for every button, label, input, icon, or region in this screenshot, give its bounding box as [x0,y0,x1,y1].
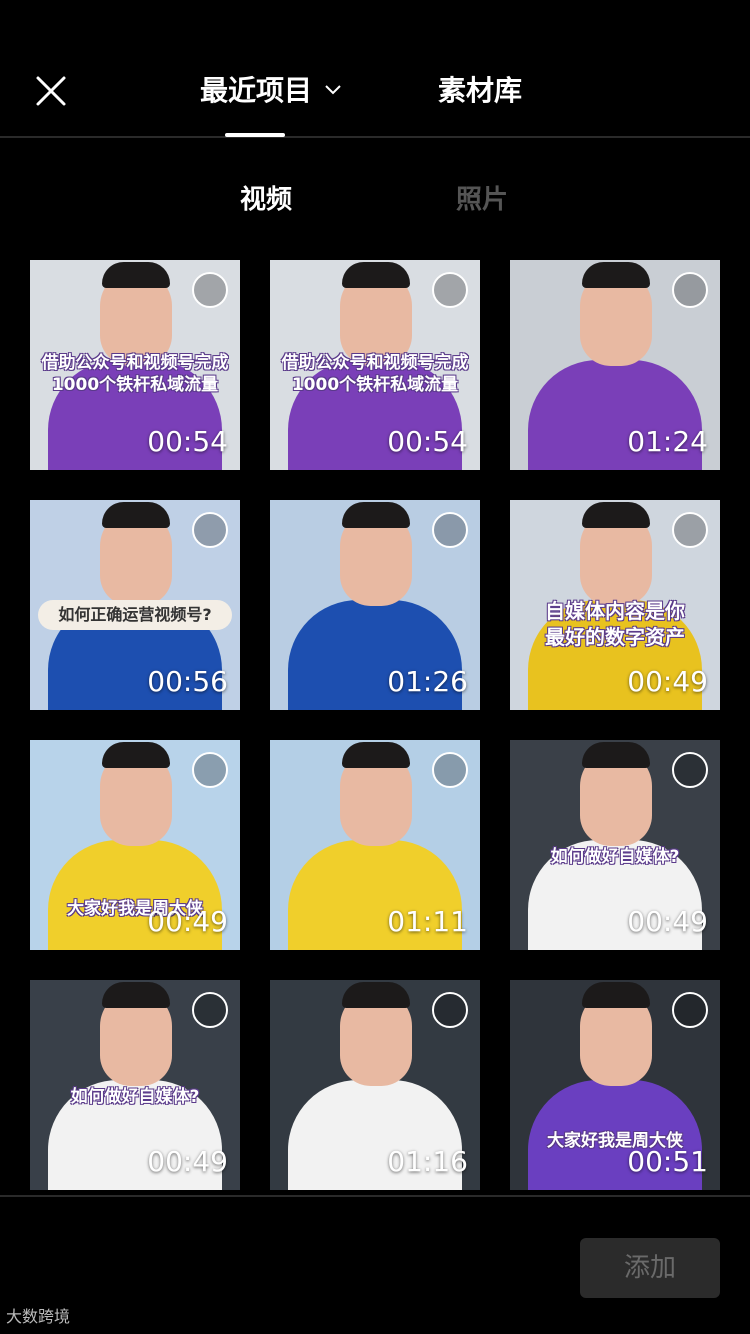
tab-recent-projects-label: 最近项目 [200,74,313,107]
close-icon [36,76,66,106]
top-bar: 最近项目 素材库 [0,0,750,138]
video-duration: 01:24 [627,425,708,458]
person-hair [342,502,410,528]
subtab-photo[interactable]: 照片 [456,182,508,218]
subtab-video[interactable]: 视频 [240,182,292,218]
video-caption: 如何做好自媒体? [550,847,680,867]
video-thumbnail[interactable]: 如何做好自媒体? 00:49 [510,740,720,950]
video-grid: 借助公众号和视频号完成 1000个铁杆私域流量 00:54 借助公众号和视频号完成 … [0,260,750,1190]
select-circle-icon[interactable] [672,272,708,308]
video-duration: 01:16 [387,1145,468,1178]
video-caption: 借助公众号和视频号完成 1000个铁杆私域流量 [281,353,469,395]
video-thumbnail[interactable]: 01:11 [270,740,480,950]
video-duration: 00:51 [627,1145,708,1178]
video-duration: 00:54 [387,425,468,458]
select-circle-icon[interactable] [192,272,228,308]
select-circle-icon[interactable] [672,992,708,1028]
video-thumbnail[interactable]: 大家好我是周大侠 00:49 [30,740,240,950]
video-duration: 00:56 [147,665,228,698]
video-duration: 00:49 [147,905,228,938]
select-circle-icon[interactable] [672,512,708,548]
bottom-bar: 添加 [0,1195,750,1334]
video-duration: 00:49 [627,665,708,698]
person-hair [582,262,650,288]
video-duration: 01:26 [387,665,468,698]
person-hair [102,262,170,288]
person-hair [582,742,650,768]
person-hair [342,982,410,1008]
select-circle-icon[interactable] [192,512,228,548]
person-hair [342,262,410,288]
watermark: 大数跨境 [6,1307,71,1326]
video-thumbnail[interactable]: 借助公众号和视频号完成 1000个铁杆私域流量 00:54 [270,260,480,470]
tab-recent-projects[interactable]: 最近项目 [200,72,344,110]
person-hair [342,742,410,768]
select-circle-icon[interactable] [432,992,468,1028]
video-thumbnail[interactable]: 01:16 [270,980,480,1190]
video-thumbnail[interactable]: 01:26 [270,500,480,710]
video-duration: 00:49 [147,1145,228,1178]
person-hair [582,502,650,528]
video-duration: 01:11 [387,905,468,938]
person-hair [582,982,650,1008]
person-hair [102,982,170,1008]
video-thumbnail[interactable]: 如何正确运营视频号? 00:56 [30,500,240,710]
select-circle-icon[interactable] [432,272,468,308]
select-circle-icon[interactable] [432,752,468,788]
video-thumbnail[interactable]: 自媒体内容是你 最好的数字资产 00:49 [510,500,720,710]
add-button[interactable]: 添加 [580,1238,720,1298]
video-caption: 借助公众号和视频号完成 1000个铁杆私域流量 [41,353,229,395]
video-caption: 自媒体内容是你 最好的数字资产 [545,599,685,649]
video-caption: 如何做好自媒体? [70,1087,200,1107]
person-hair [102,742,170,768]
video-thumbnail[interactable]: 01:24 [510,260,720,470]
video-duration: 00:54 [147,425,228,458]
tab-material-library[interactable]: 素材库 [438,72,522,110]
select-circle-icon[interactable] [192,992,228,1028]
video-caption: 如何正确运营视频号? [38,600,232,630]
video-duration: 00:49 [627,905,708,938]
select-circle-icon[interactable] [432,512,468,548]
active-tab-indicator [225,133,285,137]
close-button[interactable] [22,62,78,118]
video-thumbnail[interactable]: 借助公众号和视频号完成 1000个铁杆私域流量 00:54 [30,260,240,470]
person-hair [102,502,170,528]
video-thumbnail[interactable]: 如何做好自媒体? 00:49 [30,980,240,1190]
chevron-down-icon [325,85,341,95]
select-circle-icon[interactable] [192,752,228,788]
video-thumbnail[interactable]: 大家好我是周大侠 00:51 [510,980,720,1190]
select-circle-icon[interactable] [672,752,708,788]
